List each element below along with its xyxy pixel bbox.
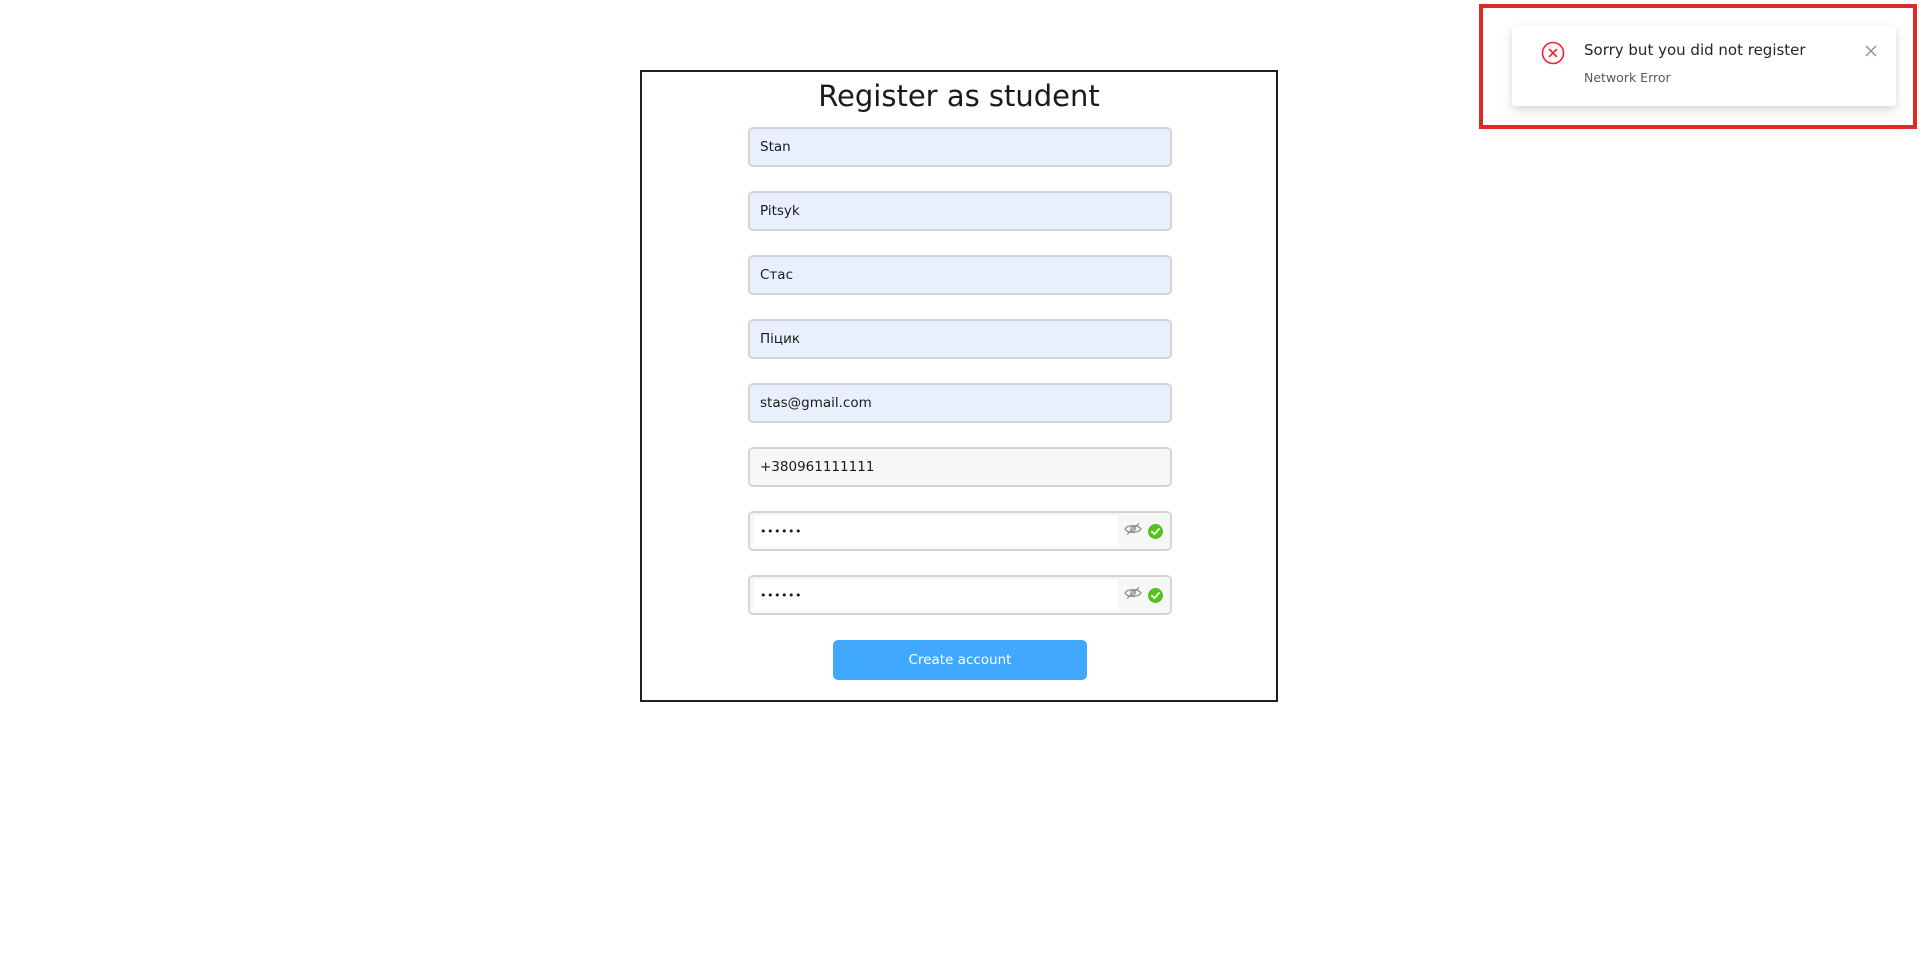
notification-description: Network Error <box>1584 70 1671 85</box>
close-circle-icon <box>1541 41 1565 65</box>
first-name-ua-field <box>748 255 1172 295</box>
phone-field <box>748 447 1172 487</box>
form-title: Register as student <box>818 79 1100 113</box>
create-account-button[interactable]: Create account <box>833 640 1087 680</box>
password-input[interactable] <box>754 516 1118 546</box>
last-name-field <box>748 191 1172 231</box>
error-notification: Sorry but you did not register Network E… <box>1512 26 1896 106</box>
form-fields <box>748 127 1172 639</box>
confirm-password-field <box>748 575 1172 615</box>
last-name-ua-field <box>748 319 1172 359</box>
notification-title: Sorry but you did not register <box>1584 41 1806 59</box>
check-circle-icon <box>1148 524 1163 539</box>
close-icon[interactable] <box>1864 43 1878 57</box>
page: Register as student Stan Pitsyk Стас Піц… <box>0 0 1920 969</box>
first-name-field <box>748 127 1172 167</box>
eye-invisible-icon[interactable] <box>1124 585 1142 599</box>
last-name-ua-input[interactable] <box>750 321 1170 357</box>
email-input[interactable] <box>750 385 1170 421</box>
phone-input[interactable] <box>750 449 1170 485</box>
first-name-input[interactable] <box>750 129 1170 165</box>
confirm-password-input[interactable] <box>754 580 1118 610</box>
last-name-input[interactable] <box>750 193 1170 229</box>
check-circle-icon <box>1148 588 1163 603</box>
eye-invisible-icon[interactable] <box>1124 521 1142 535</box>
password-field <box>748 511 1172 551</box>
email-field <box>748 383 1172 423</box>
first-name-ua-input[interactable] <box>750 257 1170 293</box>
register-form: Register as student Stan Pitsyk Стас Піц… <box>640 70 1278 702</box>
